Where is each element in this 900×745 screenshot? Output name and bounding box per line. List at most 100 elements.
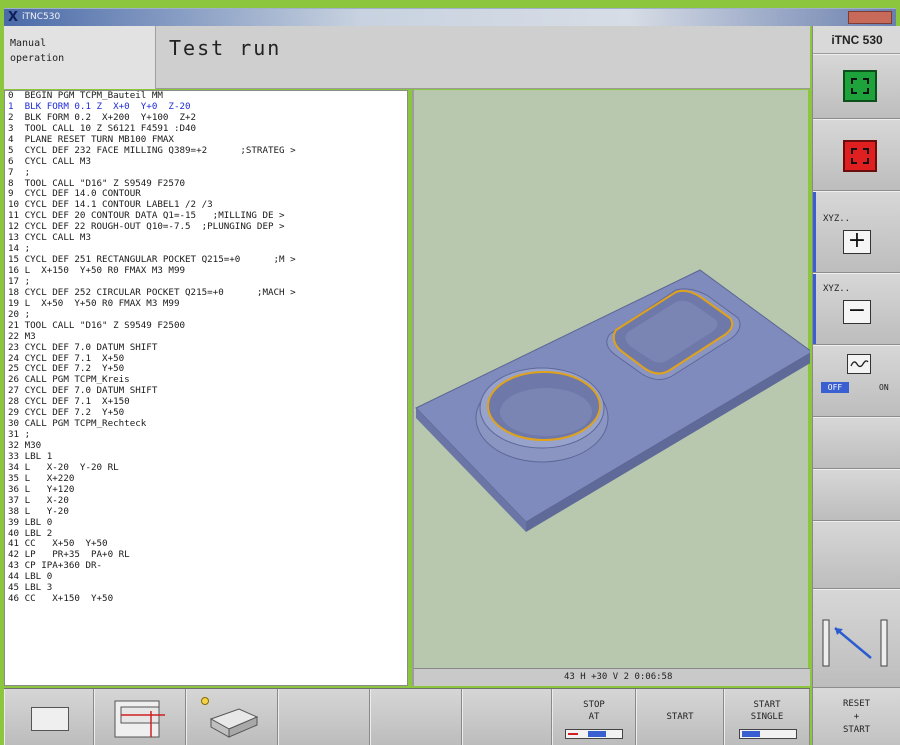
- softkey-empty-3[interactable]: [813, 521, 900, 589]
- program-line[interactable]: 46 CC X+150 Y+50: [5, 594, 407, 605]
- program-line[interactable]: 13 CYCL CALL M3: [5, 233, 407, 244]
- softkey-xyz-plus[interactable]: XYZ.. +: [813, 191, 900, 273]
- softkey-start-single[interactable]: START SINGLE: [724, 689, 810, 745]
- machine-mode-label: Manual operation: [10, 38, 65, 64]
- xyz-plus-label: XYZ..: [823, 214, 851, 224]
- program-line[interactable]: 26 CALL PGM TCPM_Kreis: [5, 375, 407, 386]
- green-frame-icon: [843, 70, 877, 102]
- softkey-green-frame[interactable]: [813, 54, 900, 119]
- program-line[interactable]: 25 CYCL DEF 7.2 Y+50: [5, 364, 407, 375]
- program-line[interactable]: 19 L X+50 Y+50 R0 FMAX M3 M99: [5, 299, 407, 310]
- window-title: iTNC530: [22, 12, 61, 22]
- program-mode-title: Test run: [169, 36, 282, 60]
- program-line[interactable]: 35 L X+220: [5, 474, 407, 485]
- program-line[interactable]: 42 LP PR+35 PA+0 RL: [5, 550, 407, 561]
- program-line[interactable]: 16 L X+150 Y+50 R0 FMAX M3 M99: [5, 266, 407, 277]
- program-line[interactable]: 31 ;: [5, 430, 407, 441]
- program-line[interactable]: 0 BEGIN PGM TCPM_Bauteil MM: [5, 91, 407, 102]
- program-line[interactable]: 38 L Y-20: [5, 507, 407, 518]
- softkey-xyz-minus[interactable]: XYZ.. −: [813, 273, 900, 345]
- program-line[interactable]: 20 ;: [5, 310, 407, 321]
- graphics-status-text: 43 H +30 V 2 0:06:58: [564, 672, 673, 682]
- softkey-empty-4[interactable]: [278, 689, 370, 745]
- program-line[interactable]: 10 CYCL DEF 14.1 CONTOUR LABEL1 /2 /3: [5, 200, 407, 211]
- blank-view-icon: [31, 707, 69, 731]
- program-line[interactable]: 34 L X-20 Y-20 RL: [5, 463, 407, 474]
- program-line[interactable]: 17 ;: [5, 277, 407, 288]
- program-line[interactable]: 22 M3: [5, 332, 407, 343]
- program-line[interactable]: 6 CYCL CALL M3: [5, 157, 407, 168]
- softkey-blank-view[interactable]: [4, 689, 94, 745]
- reset-start-button[interactable]: RESET + START: [812, 688, 900, 745]
- horizontal-softkey-bar: STOP AT START START SINGLE: [4, 688, 810, 745]
- program-line[interactable]: 41 CC X+50 Y+50: [5, 539, 407, 550]
- softkey-empty-6[interactable]: [462, 689, 552, 745]
- program-line[interactable]: 9 CYCL DEF 14.0 CONTOUR: [5, 189, 407, 200]
- program-line[interactable]: 40 LBL 2: [5, 529, 407, 540]
- start-single-indicator-icon: [739, 729, 797, 739]
- window-controls[interactable]: [848, 11, 892, 24]
- stop-at-label: STOP AT: [583, 700, 605, 722]
- cube-3d-icon: [201, 697, 259, 738]
- start-label: START: [666, 712, 694, 722]
- program-line[interactable]: 39 LBL 0: [5, 518, 407, 529]
- program-line[interactable]: 8 TOOL CALL "D16" Z S9549 F2570: [5, 179, 407, 190]
- program-line[interactable]: 15 CYCL DEF 251 RECTANGULAR POCKET Q215=…: [5, 255, 407, 266]
- program-line[interactable]: 4 PLANE RESET TURN MB100 FMAX: [5, 135, 407, 146]
- program-line[interactable]: 37 L X-20: [5, 496, 407, 507]
- program-line[interactable]: 5 CYCL DEF 232 FACE MILLING Q389=+2 ;STR…: [5, 146, 407, 157]
- program-line[interactable]: 24 CYCL DEF 7.1 X+50: [5, 354, 407, 365]
- program-line[interactable]: 36 L Y+120: [5, 485, 407, 496]
- simulation-graphics[interactable]: 43 H +30 V 2 0:06:58: [412, 90, 813, 686]
- softkey-red-frame[interactable]: [813, 119, 900, 191]
- workpiece-3d-view: [415, 269, 813, 532]
- window-title-bar: X iTNC530: [4, 8, 896, 26]
- red-frame-icon: [843, 140, 877, 172]
- wave-icon: [847, 354, 871, 374]
- toggle-off-label: OFF: [821, 382, 849, 393]
- softkey-speed-slider[interactable]: [813, 589, 900, 688]
- program-line[interactable]: 18 CYCL DEF 252 CIRCULAR POCKET Q215=+0 …: [5, 288, 407, 299]
- program-line[interactable]: 3 TOOL CALL 10 Z S6121 F4591 :D40: [5, 124, 407, 135]
- speed-slider-icon: [822, 619, 888, 667]
- machine-mode-box[interactable]: Manual operation: [4, 26, 156, 89]
- program-line[interactable]: 14 ;: [5, 244, 407, 255]
- minus-icon: −: [843, 300, 871, 324]
- program-line[interactable]: 21 TOOL CALL "D16" Z S9549 F2500: [5, 321, 407, 332]
- program-line[interactable]: 33 LBL 1: [5, 452, 407, 463]
- softkey-wave-toggle[interactable]: OFF ON: [813, 345, 900, 417]
- softkey-start[interactable]: START: [636, 689, 724, 745]
- softkey-empty-1[interactable]: [813, 417, 900, 469]
- plan-view-icon: [114, 700, 165, 738]
- circular-pocket-floor: [500, 388, 592, 436]
- program-line[interactable]: 1 BLK FORM 0.1 Z X+0 Y+0 Z-20: [5, 102, 407, 113]
- program-line[interactable]: 45 LBL 3: [5, 583, 407, 594]
- program-line[interactable]: 32 M30: [5, 441, 407, 452]
- softkey-empty-5[interactable]: [370, 689, 462, 745]
- program-line[interactable]: 23 CYCL DEF 7.0 DATUM SHIFT: [5, 343, 407, 354]
- softkey-stop-at[interactable]: STOP AT: [552, 689, 636, 745]
- program-line[interactable]: 11 CYCL DEF 20 CONTOUR DATA Q1=-15 ;MILL…: [5, 211, 407, 222]
- program-line[interactable]: 29 CYCL DEF 7.2 Y+50: [5, 408, 407, 419]
- start-single-label: START SINGLE: [750, 700, 784, 722]
- program-line[interactable]: 43 CP IPA+360 DR-: [5, 561, 407, 572]
- program-line[interactable]: 2 BLK FORM 0.2 X+200 Y+100 Z+2: [5, 113, 407, 124]
- softkey-empty-2[interactable]: [813, 469, 900, 521]
- control-screen: X iTNC530 Manual operation Test run iTNC…: [0, 0, 900, 745]
- program-line[interactable]: 44 LBL 0: [5, 572, 407, 583]
- x-logo-icon: X: [8, 10, 19, 25]
- plus-icon: +: [843, 230, 871, 254]
- softkey-3d-view[interactable]: [186, 689, 278, 745]
- reset-start-label: RESET + START: [842, 699, 871, 735]
- mode-header: Manual operation Test run: [4, 26, 810, 89]
- xyz-minus-label: XYZ..: [823, 284, 851, 294]
- softkey-plan-view[interactable]: [94, 689, 186, 745]
- program-line[interactable]: 27 CYCL DEF 7.0 DATUM SHIFT: [5, 386, 407, 397]
- program-line[interactable]: 7 ;: [5, 168, 407, 179]
- program-line[interactable]: 30 CALL PGM TCPM_Rechteck: [5, 419, 407, 430]
- brand-label: iTNC 530: [813, 26, 900, 54]
- program-line[interactable]: 28 CYCL DEF 7.1 X+150: [5, 397, 407, 408]
- graphics-status-bar: 43 H +30 V 2 0:06:58: [414, 668, 810, 686]
- program-listing[interactable]: 0 BEGIN PGM TCPM_Bauteil MM 1 BLK FORM 0.…: [4, 90, 408, 686]
- program-line[interactable]: 12 CYCL DEF 22 ROUGH-OUT Q10=-7.5 ;PLUNG…: [5, 222, 407, 233]
